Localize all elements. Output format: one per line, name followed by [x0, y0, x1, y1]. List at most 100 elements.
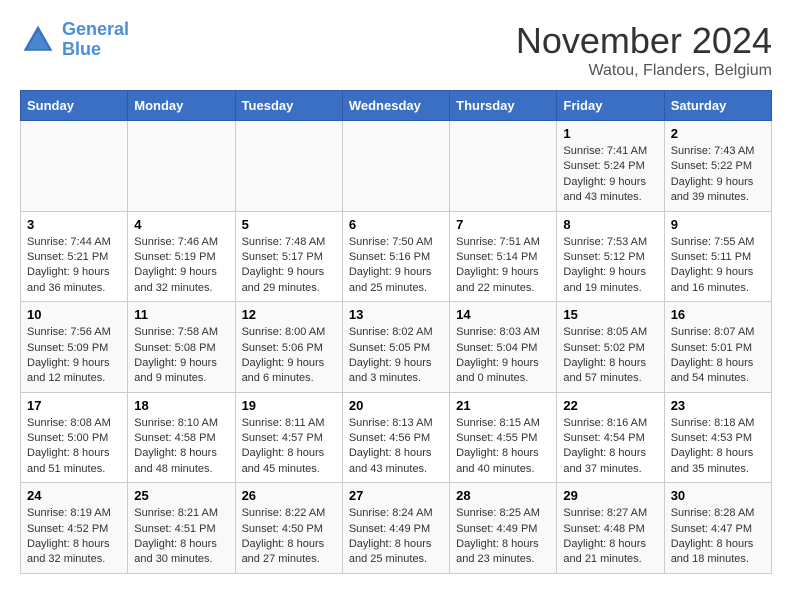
- calendar-week-row: 24Sunrise: 8:19 AM Sunset: 4:52 PM Dayli…: [21, 483, 772, 574]
- calendar-day-cell: [450, 121, 557, 212]
- day-number: 15: [563, 307, 657, 322]
- calendar-day-cell: [235, 121, 342, 212]
- day-info: Sunrise: 8:08 AM Sunset: 5:00 PM Dayligh…: [27, 416, 121, 478]
- logo-text: General Blue: [62, 20, 129, 60]
- day-of-week-header: Saturday: [664, 91, 771, 121]
- calendar-day-cell: 21Sunrise: 8:15 AM Sunset: 4:55 PM Dayli…: [450, 392, 557, 483]
- calendar-week-row: 3 Sunrise: 7:44 AM Sunset: 5:21 PM Daylig…: [21, 211, 772, 302]
- calendar-day-cell: 17 Sunrise: 8:08 AM Sunset: 5:00 PM Dayli…: [21, 392, 128, 483]
- day-info: Sunrise: 8:18 AM Sunset: 4:53 PM Dayligh…: [671, 416, 765, 478]
- day-number: 10: [27, 307, 121, 322]
- day-info: Sunrise: 8:10 AM Sunset: 4:58 PM Dayligh…: [134, 416, 228, 478]
- day-info: Sunrise: 8:27 AM Sunset: 4:48 PM Dayligh…: [563, 506, 657, 568]
- calendar-day-cell: 6Sunrise: 7:50 AM Sunset: 5:16 PM Daylig…: [342, 211, 449, 302]
- day-info: Sunrise: 8:13 AM Sunset: 4:56 PM Dayligh…: [349, 416, 443, 478]
- day-of-week-header: Tuesday: [235, 91, 342, 121]
- calendar-day-cell: 30 Sunrise: 8:28 AM Sunset: 4:47 PM Dayli…: [664, 483, 771, 574]
- logo-line2: Blue: [62, 39, 101, 59]
- day-number: 3: [27, 217, 121, 232]
- day-number: 11: [134, 307, 228, 322]
- calendar-day-cell: 18 Sunrise: 8:10 AM Sunset: 4:58 PM Dayli…: [128, 392, 235, 483]
- month-title: November 2024: [516, 20, 772, 62]
- page-header: General Blue November 2024 Watou, Flande…: [20, 20, 772, 80]
- day-number: 18: [134, 398, 228, 413]
- day-info: Sunrise: 8:07 AM Sunset: 5:01 PM Dayligh…: [671, 325, 765, 387]
- day-info: Sunrise: 8:05 AM Sunset: 5:02 PM Dayligh…: [563, 325, 657, 387]
- day-number: 12: [242, 307, 336, 322]
- day-of-week-header: Monday: [128, 91, 235, 121]
- calendar-day-cell: 8 Sunrise: 7:53 AM Sunset: 5:12 PM Daylig…: [557, 211, 664, 302]
- day-number: 6: [349, 217, 443, 232]
- calendar-week-row: 1Sunrise: 7:41 AM Sunset: 5:24 PM Daylig…: [21, 121, 772, 212]
- calendar-day-cell: 26Sunrise: 8:22 AM Sunset: 4:50 PM Dayli…: [235, 483, 342, 574]
- day-info: Sunrise: 7:51 AM Sunset: 5:14 PM Dayligh…: [456, 235, 550, 297]
- calendar-day-cell: 4Sunrise: 7:46 AM Sunset: 5:19 PM Daylig…: [128, 211, 235, 302]
- calendar: SundayMondayTuesdayWednesdayThursdayFrid…: [20, 90, 772, 574]
- day-number: 16: [671, 307, 765, 322]
- location: Watou, Flanders, Belgium: [516, 62, 772, 80]
- day-number: 8: [563, 217, 657, 232]
- logo: General Blue: [20, 20, 129, 60]
- day-info: Sunrise: 8:00 AM Sunset: 5:06 PM Dayligh…: [242, 325, 336, 387]
- day-number: 19: [242, 398, 336, 413]
- logo-icon: [20, 22, 56, 58]
- calendar-day-cell: 27 Sunrise: 8:24 AM Sunset: 4:49 PM Dayli…: [342, 483, 449, 574]
- day-of-week-header: Thursday: [450, 91, 557, 121]
- calendar-day-cell: 1Sunrise: 7:41 AM Sunset: 5:24 PM Daylig…: [557, 121, 664, 212]
- day-info: Sunrise: 7:48 AM Sunset: 5:17 PM Dayligh…: [242, 235, 336, 297]
- day-info: Sunrise: 8:11 AM Sunset: 4:57 PM Dayligh…: [242, 416, 336, 478]
- day-of-week-header: Sunday: [21, 91, 128, 121]
- day-number: 13: [349, 307, 443, 322]
- day-info: Sunrise: 8:28 AM Sunset: 4:47 PM Dayligh…: [671, 506, 765, 568]
- calendar-day-cell: 20Sunrise: 8:13 AM Sunset: 4:56 PM Dayli…: [342, 392, 449, 483]
- calendar-day-cell: 16 Sunrise: 8:07 AM Sunset: 5:01 PM Dayli…: [664, 302, 771, 393]
- calendar-day-cell: 7 Sunrise: 7:51 AM Sunset: 5:14 PM Daylig…: [450, 211, 557, 302]
- calendar-day-cell: 3 Sunrise: 7:44 AM Sunset: 5:21 PM Daylig…: [21, 211, 128, 302]
- day-info: Sunrise: 8:02 AM Sunset: 5:05 PM Dayligh…: [349, 325, 443, 387]
- day-info: Sunrise: 8:03 AM Sunset: 5:04 PM Dayligh…: [456, 325, 550, 387]
- calendar-day-cell: 5 Sunrise: 7:48 AM Sunset: 5:17 PM Daylig…: [235, 211, 342, 302]
- calendar-day-cell: [128, 121, 235, 212]
- day-info: Sunrise: 7:58 AM Sunset: 5:08 PM Dayligh…: [134, 325, 228, 387]
- day-info: Sunrise: 7:56 AM Sunset: 5:09 PM Dayligh…: [27, 325, 121, 387]
- calendar-day-cell: 9 Sunrise: 7:55 AM Sunset: 5:11 PM Daylig…: [664, 211, 771, 302]
- calendar-day-cell: 2Sunrise: 7:43 AM Sunset: 5:22 PM Daylig…: [664, 121, 771, 212]
- day-info: Sunrise: 8:15 AM Sunset: 4:55 PM Dayligh…: [456, 416, 550, 478]
- day-number: 27: [349, 488, 443, 503]
- day-number: 4: [134, 217, 228, 232]
- calendar-day-cell: 15 Sunrise: 8:05 AM Sunset: 5:02 PM Dayli…: [557, 302, 664, 393]
- day-info: Sunrise: 7:43 AM Sunset: 5:22 PM Dayligh…: [671, 144, 765, 206]
- day-info: Sunrise: 8:21 AM Sunset: 4:51 PM Dayligh…: [134, 506, 228, 568]
- day-info: Sunrise: 8:24 AM Sunset: 4:49 PM Dayligh…: [349, 506, 443, 568]
- day-number: 30: [671, 488, 765, 503]
- calendar-day-cell: 10 Sunrise: 7:56 AM Sunset: 5:09 PM Dayli…: [21, 302, 128, 393]
- day-number: 29: [563, 488, 657, 503]
- day-number: 17: [27, 398, 121, 413]
- calendar-day-cell: 23Sunrise: 8:18 AM Sunset: 4:53 PM Dayli…: [664, 392, 771, 483]
- logo-line1: General: [62, 19, 129, 39]
- day-number: 9: [671, 217, 765, 232]
- calendar-day-cell: [342, 121, 449, 212]
- day-info: Sunrise: 7:44 AM Sunset: 5:21 PM Dayligh…: [27, 235, 121, 297]
- calendar-day-cell: 29 Sunrise: 8:27 AM Sunset: 4:48 PM Dayli…: [557, 483, 664, 574]
- day-number: 28: [456, 488, 550, 503]
- day-number: 7: [456, 217, 550, 232]
- calendar-day-cell: 28 Sunrise: 8:25 AM Sunset: 4:49 PM Dayli…: [450, 483, 557, 574]
- day-number: 5: [242, 217, 336, 232]
- calendar-day-cell: 11 Sunrise: 7:58 AM Sunset: 5:08 PM Dayli…: [128, 302, 235, 393]
- day-number: 25: [134, 488, 228, 503]
- calendar-day-cell: 24Sunrise: 8:19 AM Sunset: 4:52 PM Dayli…: [21, 483, 128, 574]
- day-info: Sunrise: 8:25 AM Sunset: 4:49 PM Dayligh…: [456, 506, 550, 568]
- day-info: Sunrise: 8:16 AM Sunset: 4:54 PM Dayligh…: [563, 416, 657, 478]
- calendar-header-row: SundayMondayTuesdayWednesdayThursdayFrid…: [21, 91, 772, 121]
- day-info: Sunrise: 8:19 AM Sunset: 4:52 PM Dayligh…: [27, 506, 121, 568]
- calendar-week-row: 10 Sunrise: 7:56 AM Sunset: 5:09 PM Dayli…: [21, 302, 772, 393]
- day-of-week-header: Wednesday: [342, 91, 449, 121]
- calendar-day-cell: 14Sunrise: 8:03 AM Sunset: 5:04 PM Dayli…: [450, 302, 557, 393]
- day-info: Sunrise: 8:22 AM Sunset: 4:50 PM Dayligh…: [242, 506, 336, 568]
- day-number: 22: [563, 398, 657, 413]
- day-info: Sunrise: 7:53 AM Sunset: 5:12 PM Dayligh…: [563, 235, 657, 297]
- day-info: Sunrise: 7:55 AM Sunset: 5:11 PM Dayligh…: [671, 235, 765, 297]
- calendar-day-cell: 22 Sunrise: 8:16 AM Sunset: 4:54 PM Dayli…: [557, 392, 664, 483]
- calendar-day-cell: 19 Sunrise: 8:11 AM Sunset: 4:57 PM Dayli…: [235, 392, 342, 483]
